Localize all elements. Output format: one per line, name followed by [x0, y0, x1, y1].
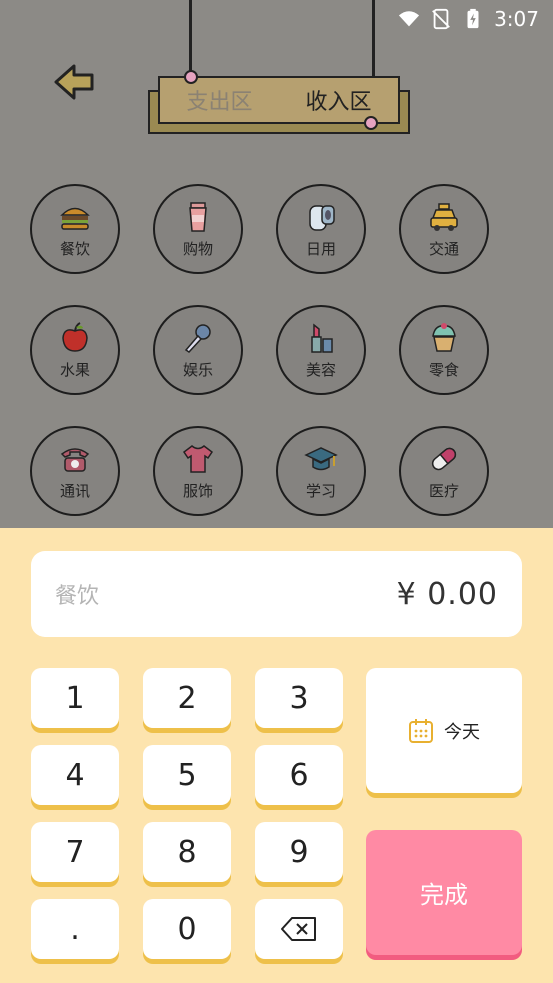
- date-label: 今天: [444, 721, 480, 743]
- shirt-icon: [182, 444, 214, 473]
- telephone-icon: [60, 447, 90, 472]
- category-grid: 餐饮 购物 日用 交通 水果 娱乐 美容 零食 通讯 服饰 学习 医疗: [30, 184, 500, 516]
- tab-expense[interactable]: 支出区: [180, 84, 258, 116]
- amount-display: 餐饮 ¥ 0.00: [31, 551, 522, 637]
- category-shopping[interactable]: 购物: [153, 184, 243, 274]
- category-label: 娱乐: [182, 360, 213, 379]
- pill-icon: [431, 447, 457, 470]
- no-sim-icon: [432, 8, 450, 30]
- key-4[interactable]: 4: [31, 745, 119, 805]
- date-button[interactable]: 今天: [366, 668, 522, 793]
- category-label: 日用: [305, 239, 336, 258]
- area-switcher: 支出区 收入区: [148, 64, 410, 134]
- key-5[interactable]: 5: [143, 745, 231, 805]
- sign-pin-right: [364, 116, 378, 130]
- lipstick-icon: [311, 322, 333, 353]
- category-fruit[interactable]: 水果: [30, 305, 120, 395]
- key-7[interactable]: 7: [31, 822, 119, 882]
- key-1[interactable]: 1: [31, 668, 119, 728]
- currency-symbol: ¥: [396, 576, 417, 612]
- status-bar: 3:07: [398, 0, 553, 38]
- cupcake-icon: [432, 322, 456, 352]
- backspace-icon: [281, 917, 316, 941]
- taxi-icon: [430, 202, 458, 231]
- selected-category-label: 餐饮: [55, 584, 100, 609]
- key-0[interactable]: 0: [143, 899, 231, 959]
- cup-icon: [189, 201, 207, 232]
- category-entertainment[interactable]: 娱乐: [153, 305, 243, 395]
- graduation-cap-icon: [304, 446, 338, 470]
- category-screen: 3:07 支出区 收入区 餐饮 购物 日用 交通 水果 娱乐 美容 零食 通讯 …: [0, 0, 553, 528]
- category-label: 交通: [428, 239, 459, 258]
- category-beauty[interactable]: 美容: [276, 305, 366, 395]
- key-9[interactable]: 9: [255, 822, 343, 882]
- category-label: 零食: [428, 360, 459, 379]
- tab-income[interactable]: 收入区: [299, 84, 377, 116]
- category-label: 服饰: [182, 481, 213, 500]
- category-medical[interactable]: 医疗: [399, 426, 489, 516]
- category-label: 学习: [305, 481, 336, 500]
- microphone-icon: [184, 323, 211, 353]
- done-button[interactable]: 完成: [366, 830, 522, 955]
- category-dining[interactable]: 餐饮: [30, 184, 120, 274]
- sign-board: 支出区 收入区: [158, 76, 400, 124]
- key-2[interactable]: 2: [143, 668, 231, 728]
- entry-panel: 餐饮 ¥ 0.00 1 2 3 4 5 6 7 8 9 . 0 今天 完成: [0, 528, 553, 983]
- category-telecom[interactable]: 通讯: [30, 426, 120, 516]
- category-daily-use[interactable]: 日用: [276, 184, 366, 274]
- category-label: 美容: [305, 360, 336, 379]
- category-label: 医疗: [428, 481, 459, 500]
- key-decimal[interactable]: .: [31, 899, 119, 959]
- battery-charging-icon: [467, 8, 479, 29]
- wifi-icon: [398, 11, 420, 27]
- category-study[interactable]: 学习: [276, 426, 366, 516]
- category-clothing[interactable]: 服饰: [153, 426, 243, 516]
- key-8[interactable]: 8: [143, 822, 231, 882]
- category-label: 通讯: [59, 481, 90, 500]
- category-snacks[interactable]: 零食: [399, 305, 489, 395]
- category-label: 购物: [182, 239, 213, 258]
- amount-number: 0.00: [427, 576, 498, 612]
- category-transport[interactable]: 交通: [399, 184, 489, 274]
- category-label: 餐饮: [59, 239, 90, 258]
- calendar-icon: [409, 718, 433, 743]
- key-3[interactable]: 3: [255, 668, 343, 728]
- status-time: 3:07: [494, 7, 539, 31]
- amount-value: ¥ 0.00: [397, 577, 498, 612]
- backspace-button[interactable]: [255, 899, 343, 959]
- key-6[interactable]: 6: [255, 745, 343, 805]
- sign-pin-left: [184, 70, 198, 84]
- category-label: 水果: [59, 360, 90, 379]
- apple-icon: [62, 321, 88, 352]
- toilet-paper-icon: [309, 204, 335, 231]
- burger-icon: [60, 207, 90, 230]
- back-arrow-icon[interactable]: [52, 62, 96, 102]
